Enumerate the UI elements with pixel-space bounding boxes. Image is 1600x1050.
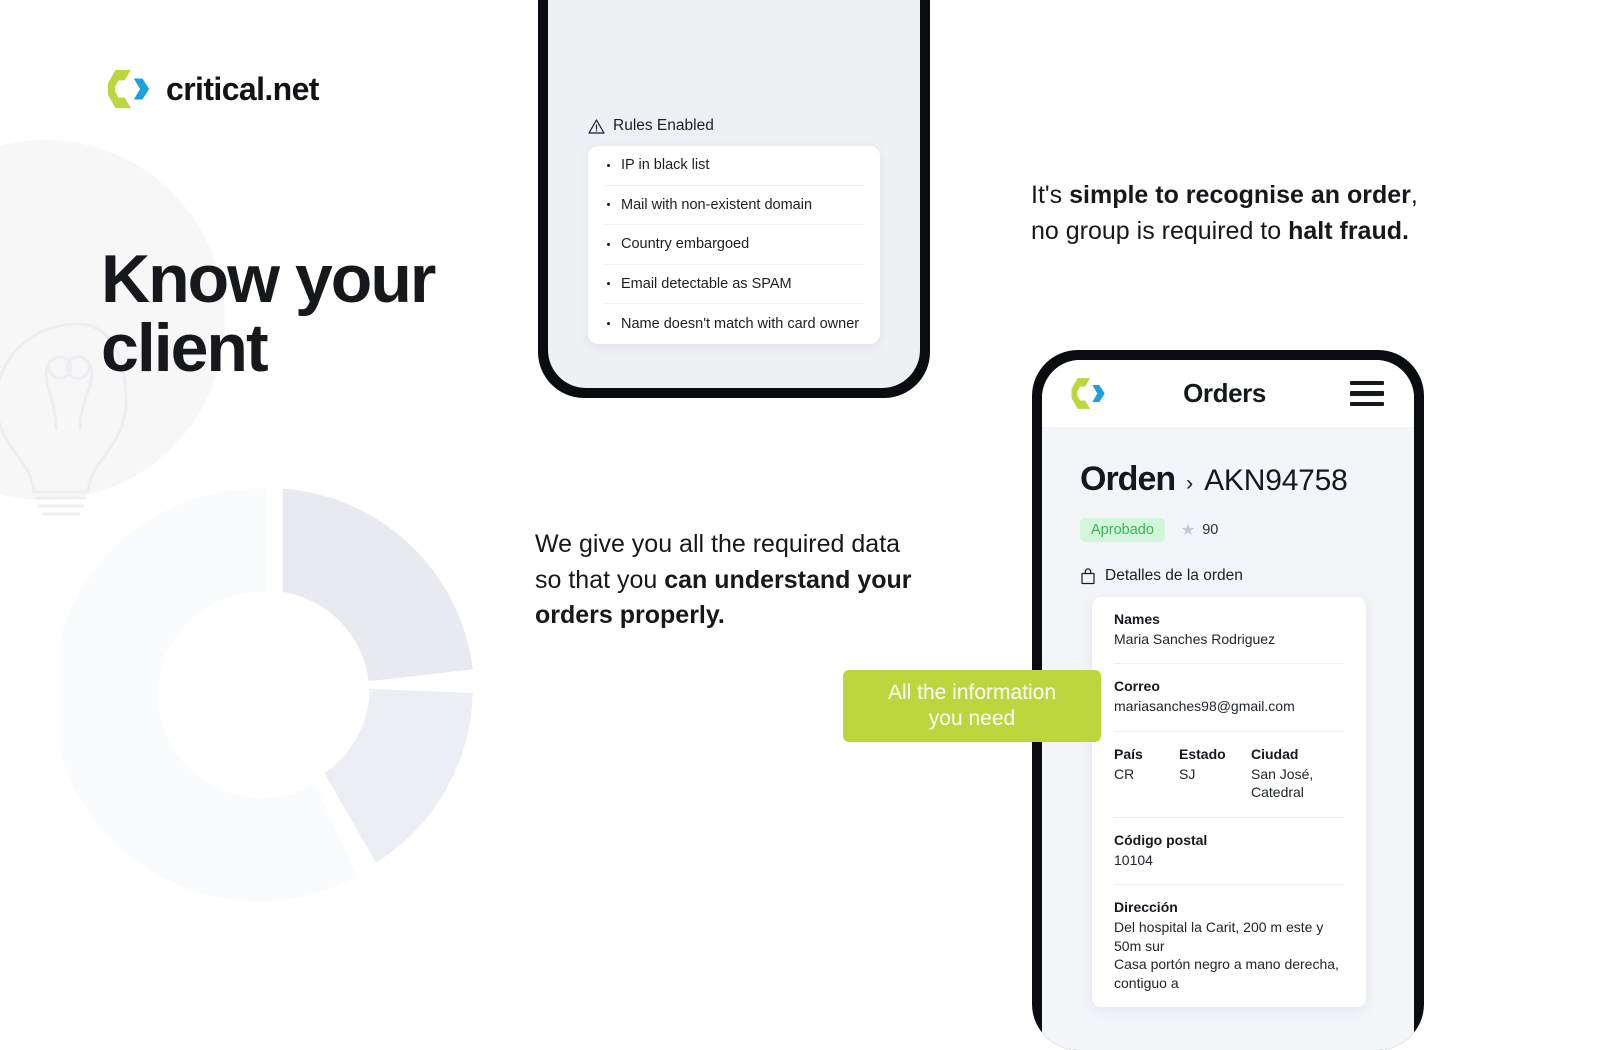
rule-label: Email detectable as SPAM xyxy=(621,275,792,292)
field-label: Correo xyxy=(1114,678,1160,695)
order-details-card: Names Maria Sanches Rodriguez Correo mar… xyxy=(1092,597,1366,1008)
para-right-bold-2: halt fraud. xyxy=(1288,216,1409,245)
shopping-bag-icon xyxy=(1081,567,1095,584)
order-status-row: Aprobado ★ 90 xyxy=(1080,518,1218,542)
donut-chart-decoration xyxy=(60,488,473,902)
field-value: SJ xyxy=(1179,765,1196,782)
hamburger-menu-icon[interactable] xyxy=(1350,380,1384,407)
bullet-icon xyxy=(607,242,610,246)
phone-mockup-rules: 47 Black shirts $490 76 White shirts wit… xyxy=(538,0,930,398)
field-estado: Estado SJ xyxy=(1179,746,1251,802)
rule-label: Name doesn't match with card owner xyxy=(621,315,860,332)
order-label: Orden xyxy=(1080,460,1176,498)
field-value: Maria Sanches Rodriguez xyxy=(1114,631,1276,647)
app-bar-title: Orders xyxy=(1183,378,1266,408)
field-label: Ciudad xyxy=(1251,745,1299,762)
rule-label: Mail with non-existent domain xyxy=(621,196,813,213)
chevron-right-icon: › xyxy=(1186,472,1194,495)
callout-line-2: you need xyxy=(928,707,1016,730)
brand-name: critical.net xyxy=(166,70,319,107)
list-item: Email detectable as SPAM xyxy=(604,265,864,304)
order-id: AKN94758 xyxy=(1204,464,1348,497)
list-item: Mail with non-existent domain xyxy=(604,186,864,225)
field-label: Estado xyxy=(1179,745,1226,762)
list-item: Country embargoed xyxy=(604,225,864,265)
rule-label: Country embargoed xyxy=(621,236,750,253)
rules-list-card: IP in black list Mail with non-existent … xyxy=(588,146,880,344)
order-score: ★ 90 xyxy=(1181,520,1218,540)
field-ciudad: Ciudad San José, Catedral xyxy=(1251,746,1344,802)
field-value: mariasanches98@gmail.com xyxy=(1114,698,1295,715)
list-item: IP in black list xyxy=(604,146,864,186)
field-value: CR xyxy=(1114,765,1135,782)
field-value: Del hospital la Carit, 200 m este y 50m … xyxy=(1114,919,1339,991)
paragraph-recognise-order: It's simple to recognise an order, no gr… xyxy=(1031,178,1451,249)
field-direccion: Dirección Del hospital la Carit, 200 m e… xyxy=(1114,885,1344,1007)
star-icon: ★ xyxy=(1180,522,1196,539)
field-names: Names Maria Sanches Rodriguez xyxy=(1114,597,1344,665)
field-label: Names xyxy=(1114,611,1160,627)
callout-all-information: All the information you need xyxy=(843,670,1101,742)
field-value: San José, Catedral xyxy=(1251,765,1314,801)
field-value: 10104 xyxy=(1114,851,1153,868)
field-correo: Correo mariasanches98@gmail.com xyxy=(1114,664,1344,732)
field-label: País xyxy=(1114,745,1143,762)
page-title: Know your client xyxy=(101,241,436,387)
field-codigo-postal: Código postal 10104 xyxy=(1114,818,1344,886)
bullet-icon xyxy=(607,282,610,286)
rules-enabled-header: Rules Enabled xyxy=(588,117,714,135)
status-badge: Aprobado xyxy=(1080,518,1165,542)
brand-logo[interactable]: critical.net xyxy=(106,66,319,112)
rule-label: IP in black list xyxy=(621,157,710,174)
field-location-row: País CR Estado SJ Ciudad San José, Cated… xyxy=(1114,732,1344,818)
app-bar: Orders xyxy=(1042,360,1414,427)
phone-top-screen: 47 Black shirts $490 76 White shirts wit… xyxy=(548,0,920,388)
score-value: 90 xyxy=(1202,522,1219,538)
field-pais: País CR xyxy=(1114,746,1179,802)
order-details-section-label: Detalles de la orden xyxy=(1080,567,1243,585)
critical-net-hexagon-logo xyxy=(107,69,150,109)
field-label: Código postal xyxy=(1114,831,1208,848)
bullet-icon xyxy=(607,163,610,167)
para-right-bold-1: simple to recognise an order xyxy=(1069,181,1411,209)
breadcrumb: Orden › AKN94758 xyxy=(1080,460,1348,499)
bullet-icon xyxy=(607,322,610,326)
rules-enabled-label: Rules Enabled xyxy=(613,117,714,134)
paragraph-required-data: We give you all the required data so tha… xyxy=(535,527,915,634)
callout-line-1: All the information xyxy=(887,680,1057,704)
bullet-icon xyxy=(607,203,610,207)
para-right-text-1: It's xyxy=(1031,181,1070,209)
warning-triangle-icon xyxy=(588,118,605,134)
list-item: Name doesn't match with card owner xyxy=(604,304,864,344)
field-label: Dirección xyxy=(1114,899,1178,916)
order-details-label-text: Detalles de la orden xyxy=(1105,567,1243,584)
